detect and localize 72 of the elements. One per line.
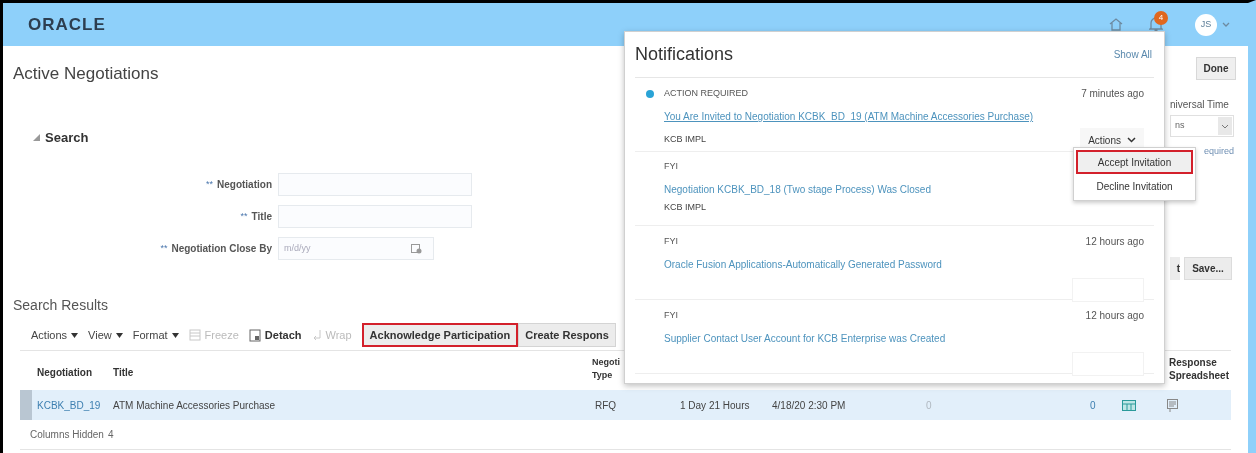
column-header[interactable]: Response Spreadsheet (1168, 355, 1229, 382)
text-field[interactable] (278, 173, 472, 196)
wrap-icon (311, 329, 322, 341)
table-icon[interactable] (1122, 399, 1136, 411)
menu-button[interactable]: Format (132, 326, 179, 344)
page-title: Active Negotiations (13, 63, 159, 85)
panel-title: Notifications (635, 43, 734, 66)
field-label: Negotiation (217, 178, 272, 192)
home-icon[interactable] (1109, 18, 1123, 31)
toolbar-button[interactable]: Detach (248, 326, 302, 344)
company-name: KCB IMPL (664, 133, 706, 147)
required-note: equired (1204, 145, 1236, 158)
hidden-count: 4 (107, 428, 114, 442)
dropdown-icon (1218, 117, 1232, 135)
column-header[interactable]: Negotiation (37, 365, 92, 379)
menu-button[interactable]: Actions (31, 326, 79, 344)
field-label: Title (251, 210, 272, 224)
menu-button[interactable]: View (88, 326, 123, 344)
notification-item[interactable]: FYI 12 hours ago Supplier Contact User Account for KCB Enterprise was Created (635, 300, 1154, 374)
notification-category: FYI (664, 234, 678, 248)
required-mark: ** (240, 209, 248, 223)
table-cell: 4/18/20 2:30 PM (772, 399, 846, 411)
field-label: Negotiation Close By (171, 242, 272, 256)
notification-link[interactable]: Oracle Fusion Applications-Automatically Generated Password (664, 257, 1144, 272)
menu-item[interactable]: Accept Invitation (1076, 150, 1193, 174)
notification-link[interactable]: You Are Invited to Negotiation KCBK_BD_19 (ATM Machine Accessories Purchase) (664, 109, 1144, 124)
section-heading: Search (45, 128, 89, 147)
chevron-down-icon[interactable] (1222, 22, 1230, 27)
notification-category: FYI (664, 308, 678, 322)
chevron-down-icon (1127, 137, 1136, 143)
show-all-link[interactable]: Show All (1113, 47, 1152, 62)
table-cell[interactable]: 0 (1090, 399, 1096, 411)
field-label: niversal Time (1170, 98, 1230, 112)
collapse-triangle-icon[interactable] (33, 133, 40, 141)
date-placeholder: m/d/yy (284, 241, 311, 255)
column-header[interactable]: Title (113, 365, 134, 379)
caret-icon (171, 332, 179, 338)
document-icon[interactable] (1167, 398, 1178, 412)
required-mark: ** (206, 177, 213, 191)
bell-icon[interactable] (1149, 17, 1163, 32)
toolbar-button[interactable]: Create Respons (518, 323, 616, 347)
notification-category: ACTION REQUIRED (664, 86, 748, 100)
cut-button[interactable]: t (1170, 256, 1180, 280)
detach-icon (248, 328, 261, 342)
caret-icon (71, 332, 79, 338)
company-name: KCB IMPL (664, 200, 706, 214)
notification-category: FYI (664, 160, 678, 173)
section-title: Search Results (13, 296, 108, 314)
required-mark: ** (160, 241, 168, 255)
table-cell: ATM Machine Accessories Purchase (113, 399, 276, 411)
table-cell[interactable]: KCBK_BD_19 (37, 399, 101, 411)
caret-icon (115, 332, 123, 338)
save-button[interactable]: Save... (1184, 256, 1232, 280)
menu-item[interactable]: Decline Invitation (1074, 174, 1195, 198)
notification-time: 12 hours ago (1085, 235, 1144, 249)
done-button[interactable]: Done (1196, 57, 1236, 80)
table-cell: RFQ (595, 399, 617, 411)
notification-link[interactable]: Supplier Contact User Account for KCB Enterprise was Created (664, 331, 1144, 346)
text-field[interactable] (278, 205, 472, 228)
calendar-icon[interactable] (411, 243, 422, 254)
notification-time: 7 minutes ago (1081, 87, 1144, 101)
column-header[interactable]: Negoti Type (592, 356, 620, 382)
avatar[interactable]: JS (1195, 13, 1217, 36)
toolbar-button[interactable]: Acknowledge Participation (361, 323, 519, 347)
columns-icon (188, 329, 201, 341)
timezone-select[interactable]: ns (1170, 115, 1234, 137)
table-cell: 1 Day 21 Hours (680, 399, 750, 411)
logo[interactable]: ORACLE (28, 11, 106, 38)
footer-label: Columns Hidden (30, 428, 104, 442)
notification-badge: 4 (1154, 11, 1168, 25)
notification-item[interactable]: FYI 12 hours ago Oracle Fusion Applications-Automatically Generated Password (635, 226, 1154, 300)
notification-time: 12 hours ago (1085, 309, 1144, 323)
